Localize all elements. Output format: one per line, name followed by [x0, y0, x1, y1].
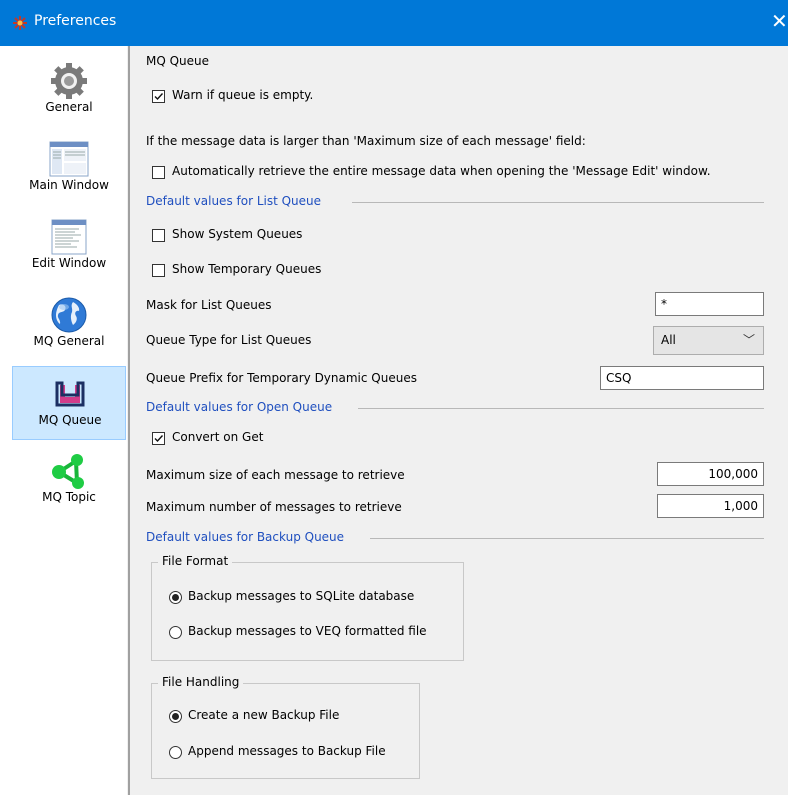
list-queue-section-title: Default values for List Queue	[146, 194, 322, 208]
max-size-input[interactable]: 100,000	[657, 462, 764, 486]
backup-veq-radio[interactable]	[169, 626, 182, 639]
sidebar-item-label: Main Window	[29, 178, 109, 192]
topic-icon	[52, 454, 84, 489]
max-count-input[interactable]: 1,000	[657, 494, 764, 518]
backup-veq-label: Backup messages to VEQ formatted file	[188, 624, 427, 638]
sidebar-item-general[interactable]: General	[12, 54, 126, 128]
warn-empty-label: Warn if queue is empty.	[172, 88, 314, 102]
convert-on-get-checkbox[interactable]	[152, 432, 165, 445]
show-system-queues-checkbox[interactable]	[152, 229, 165, 242]
sidebar-item-label: Edit Window	[31, 256, 107, 270]
file-format-group	[151, 562, 464, 661]
show-system-queues-label: Show System Queues	[172, 227, 303, 241]
sidebar-item-main-window[interactable]: Main Window	[12, 132, 126, 206]
show-temporary-queues-checkbox[interactable]	[152, 264, 165, 277]
append-backup-file-label: Append messages to Backup File	[188, 744, 386, 758]
max-size-label: Maximum size of each message to retrieve	[146, 468, 405, 482]
window-title: Preferences	[34, 13, 117, 29]
show-temporary-queues-label: Show Temporary Queues	[172, 262, 322, 276]
sidebar-item-label: MQ General	[33, 334, 105, 348]
sidebar-item-edit-window[interactable]: Edit Window	[12, 210, 126, 284]
auto-retrieve-label: Automatically retrieve the entire messag…	[172, 164, 711, 178]
file-format-title: File Format	[158, 554, 233, 568]
preferences-panel: MQ Queue Warn if queue is empty. If the …	[130, 46, 788, 795]
create-backup-file-label: Create a new Backup File	[188, 708, 340, 722]
queue-prefix-input[interactable]: CSQ	[600, 366, 764, 390]
mask-label: Mask for List Queues	[146, 298, 272, 312]
backup-sqlite-label: Backup messages to SQLite database	[188, 589, 415, 603]
checkmark-icon	[154, 435, 164, 443]
globe-icon	[51, 297, 87, 333]
sidebar-item-label: MQ Queue	[38, 413, 102, 427]
checkmark-icon	[154, 93, 164, 101]
queue-type-select[interactable]: All ﹀	[653, 326, 764, 355]
chevron-down-icon: ﹀	[742, 333, 755, 347]
append-backup-file-radio[interactable]	[169, 746, 182, 759]
queue-prefix-label: Queue Prefix for Temporary Dynamic Queue…	[146, 371, 417, 385]
sidebar-item-label: General	[45, 100, 93, 114]
convert-on-get-label: Convert on Get	[172, 430, 264, 444]
app-icon	[13, 16, 27, 30]
section-divider	[352, 202, 764, 203]
section-divider	[358, 408, 764, 409]
close-icon[interactable]: ✕	[771, 10, 788, 32]
queue-type-value: All	[661, 333, 676, 347]
gear-icon	[51, 63, 87, 99]
panel-title: MQ Queue	[146, 54, 210, 68]
file-handling-title: File Handling	[158, 675, 244, 689]
create-backup-file-radio[interactable]	[169, 710, 182, 723]
backup-queue-section-title: Default values for Backup Queue	[146, 530, 345, 544]
sidebar-item-mq-topic[interactable]: MQ Topic	[12, 444, 126, 518]
warn-empty-checkbox[interactable]	[152, 90, 165, 103]
title-bar: Preferences ✕	[0, 0, 788, 46]
section-divider	[370, 538, 764, 539]
open-queue-section-title: Default values for Open Queue	[146, 400, 333, 414]
queue-icon	[55, 381, 85, 407]
sidebar-item-mq-queue[interactable]: MQ Queue	[12, 366, 126, 440]
main-window-icon	[49, 141, 89, 177]
file-handling-group	[151, 683, 420, 779]
auto-retrieve-checkbox[interactable]	[152, 166, 165, 179]
backup-sqlite-radio[interactable]	[169, 591, 182, 604]
sidebar-item-mq-general[interactable]: MQ General	[12, 288, 126, 362]
edit-window-icon	[51, 219, 87, 255]
sidebar: General Main Window Edit Window MQ Gener…	[0, 46, 127, 795]
sidebar-item-label: MQ Topic	[42, 490, 96, 504]
queue-type-label: Queue Type for List Queues	[146, 333, 312, 347]
large-message-note: If the message data is larger than 'Maxi…	[146, 134, 586, 148]
max-count-label: Maximum number of messages to retrieve	[146, 500, 402, 514]
mask-input[interactable]: *	[655, 292, 764, 316]
